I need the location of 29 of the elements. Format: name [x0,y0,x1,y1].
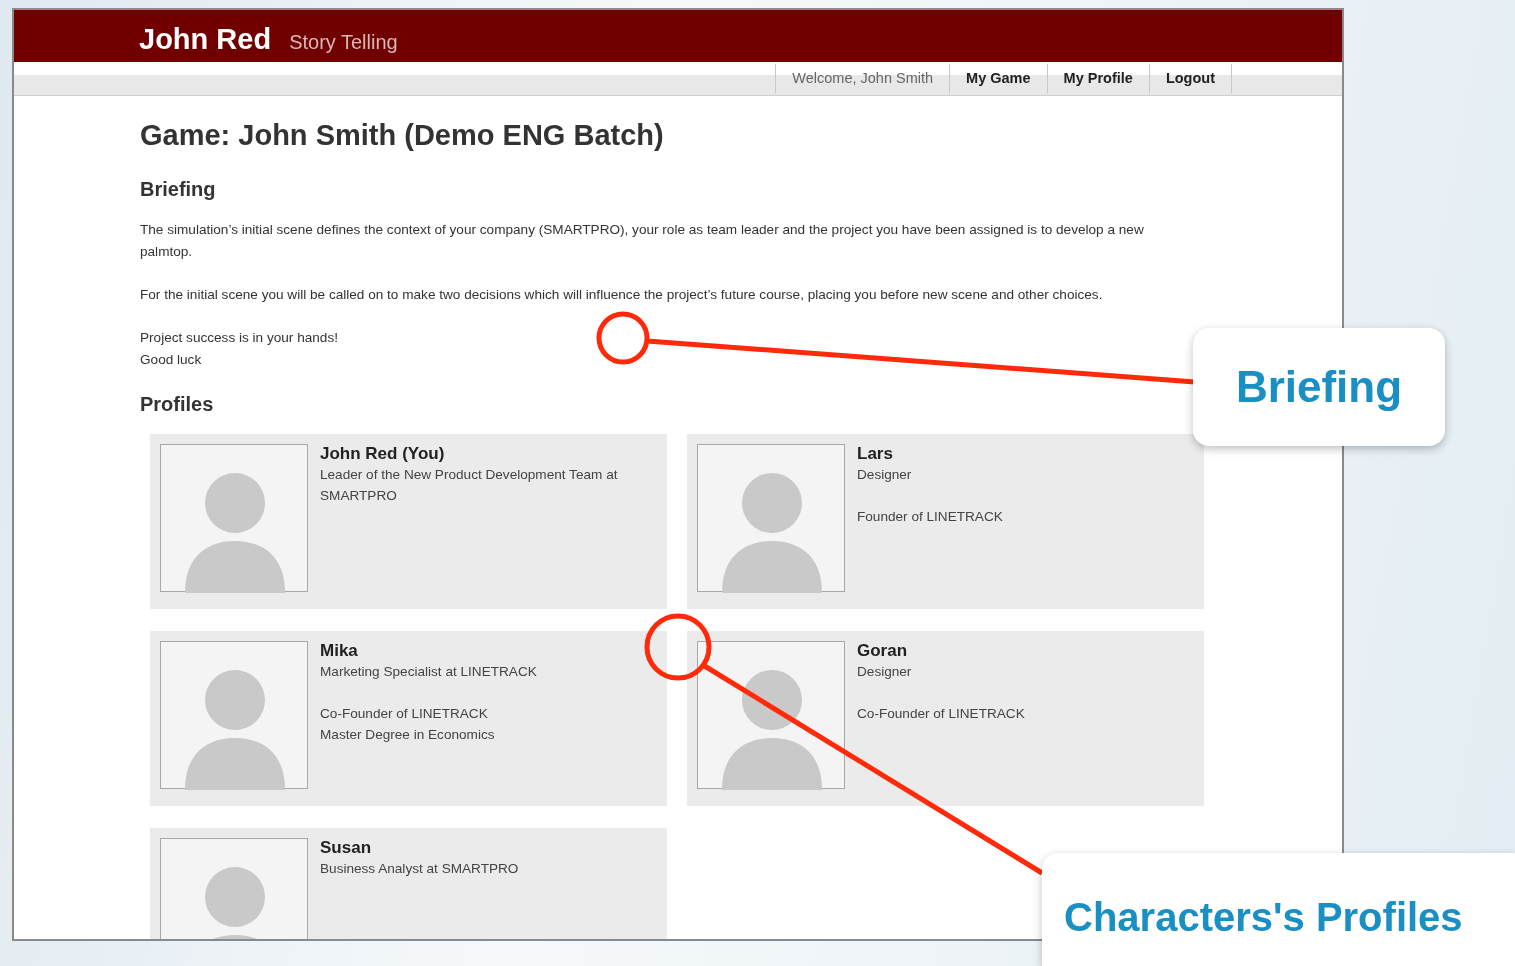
profile-detail: Designer [857,662,913,681]
profile-name: Mika [320,640,359,661]
nav-link[interactable]: Logout [1148,63,1232,94]
profile-detail: Founder of LINETRACK [857,507,1003,526]
callout-label: Characters's Profiles [1042,853,1515,966]
briefing-text: Project success is in your hands! [140,328,339,347]
profile-detail: Designer [857,465,913,484]
section-heading: Profiles [140,391,215,416]
profile-name: Lars [857,443,894,464]
site-title: John Red [139,22,272,57]
profile-detail: Business Analyst at SMARTPRO [320,859,519,878]
profile-detail: Co-Founder of LINETRACK [857,704,1025,723]
briefing-text: Good luck [140,350,203,369]
section-heading: Briefing [140,176,217,201]
profile-detail: Leader of the New Product Development Team at SMARTPRO [320,465,619,505]
profile-name: Goran [857,640,909,661]
profile-detail: Master Degree in Economics [320,725,496,744]
nav-link[interactable]: My Profile [1046,63,1149,94]
briefing-text: For the initial scene you will be called on to make two decisions which will influence the project’s future course, placing you before new scene and other choices. [140,285,1104,304]
site-subtitle: Story Telling [289,30,398,55]
profile-detail: Co-Founder of LINETRACK [320,704,489,723]
nav-link[interactable]: My Game [949,63,1047,94]
callout-label: Briefing [1193,328,1445,446]
profile-name: John Red (You) [320,443,446,464]
page-title: Game: John Smith (Demo ENG Batch) [140,118,665,153]
profile-name: Susan [320,837,373,858]
profile-detail: Marketing Specialist at LINETRACK [320,662,537,681]
welcome-text: Welcome, John Smith [775,63,950,94]
briefing-text: The simulation’s initial scene defines the context of your company (SMARTPRO), your role as team leader and the project you have been assigned is to develop a new palmtop. [140,220,1145,261]
